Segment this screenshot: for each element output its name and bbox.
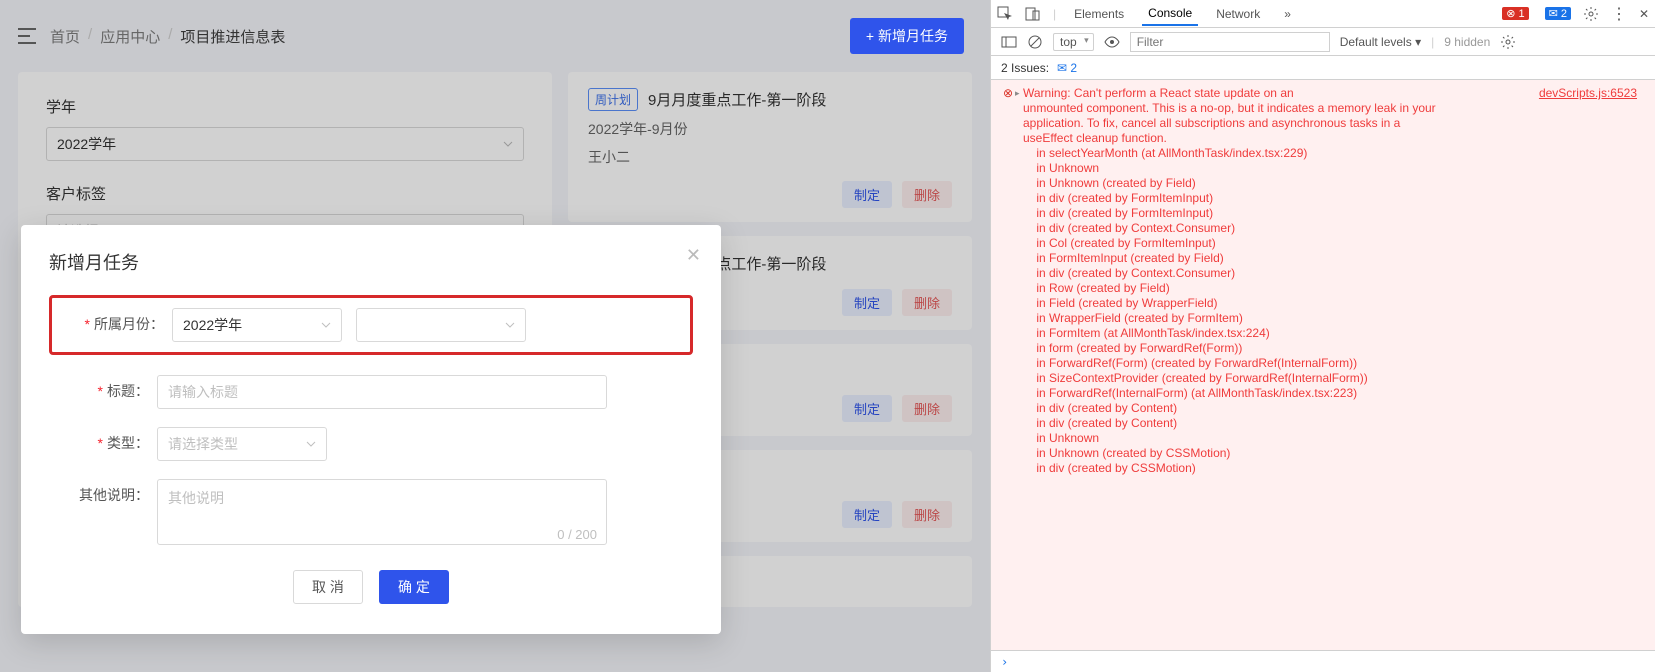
console-log-line: in div (created by Context.Consumer) [995, 221, 1655, 236]
console-log-line: in ForwardRef(Form) (created by ForwardR… [995, 356, 1655, 371]
topbar: 首页 / 应用中心 / 项目推进信息表 + 新增月任务 [0, 0, 990, 62]
console-log-line: in div (created by Content) [995, 416, 1655, 431]
console-log-line: in div (created by CSSMotion) [995, 461, 1655, 476]
type-select[interactable]: 请选择类型 [157, 427, 327, 461]
gear-icon[interactable] [1583, 6, 1599, 22]
console-log-line: in Unknown [995, 161, 1655, 176]
console-log-line: useEffect cleanup function. [995, 131, 1655, 146]
devtools-tabs: | Elements Console Network » ⊗1 ✉2 ⋮ ✕ [991, 0, 1655, 28]
console-log-line: application. To fix, cancel all subscrip… [995, 116, 1655, 131]
console-log-line: in div (created by FormItemInput) [995, 191, 1655, 206]
error-count-pill[interactable]: ⊗1 [1502, 7, 1528, 20]
console-log-line: in Unknown [995, 431, 1655, 446]
chevron-down-icon [306, 441, 316, 447]
clear-console-icon[interactable] [1027, 34, 1043, 50]
gear-icon[interactable] [1500, 34, 1516, 50]
breadcrumb-sep: / [168, 26, 172, 47]
app-pane: 首页 / 应用中心 / 项目推进信息表 + 新增月任务 学年 2022学年 客户… [0, 0, 990, 672]
char-counter: 0 / 200 [557, 527, 597, 542]
console-log-line: in form (created by ForwardRef(Form)) [995, 341, 1655, 356]
console-log-line: unmounted component. This is a no-op, bu… [995, 101, 1655, 116]
issues-link[interactable]: ✉ 2 [1057, 61, 1077, 75]
ok-button[interactable]: 确 定 [379, 570, 449, 604]
console-prompt[interactable]: › [991, 650, 1655, 672]
console-log-line: in div (created by Content) [995, 401, 1655, 416]
console-log-line: in Col (created by FormItemInput) [995, 236, 1655, 251]
console-log-line: in FormItem (at AllMonthTask/index.tsx:2… [995, 326, 1655, 341]
console-log-line: in SizeContextProvider (created by Forwa… [995, 371, 1655, 386]
breadcrumb-current: 项目推进信息表 [180, 26, 285, 47]
desc-label: 其他说明： [49, 479, 149, 505]
chevron-down-icon [505, 322, 515, 328]
title-label: 标题： [49, 375, 149, 401]
type-label: 类型： [49, 427, 149, 453]
menu-fold-icon[interactable] [18, 28, 36, 44]
console-log-line: Warning: Can't perform a React state upd… [995, 86, 1655, 101]
new-task-modal: 新增月任务 ✕ 所属月份： 2022学年 标题： [21, 225, 721, 634]
levels-select[interactable]: Default levels ▾ [1340, 35, 1421, 49]
sidebar-toggle-icon[interactable] [1001, 34, 1017, 50]
devtools-pane: | Elements Console Network » ⊗1 ✉2 ⋮ ✕ t… [990, 0, 1655, 672]
console-log-line: in Row (created by Field) [995, 281, 1655, 296]
breadcrumb: 首页 / 应用中心 / 项目推进信息表 [50, 26, 285, 47]
highlight-box: 所属月份： 2022学年 [49, 295, 693, 355]
hidden-count: 9 hidden [1444, 35, 1490, 49]
info-count-pill[interactable]: ✉2 [1545, 7, 1571, 20]
tab-network[interactable]: Network [1210, 3, 1266, 25]
topbar-left: 首页 / 应用中心 / 项目推进信息表 [18, 26, 285, 47]
console-log-line: in Unknown (created by Field) [995, 176, 1655, 191]
modal-title: 新增月任务 [49, 249, 693, 275]
issues-label: 2 Issues: [1001, 61, 1049, 75]
breadcrumb-home[interactable]: 首页 [50, 26, 80, 47]
console-log: devScripts.js:6523 Warning: Can't perfor… [991, 80, 1655, 650]
inspect-icon[interactable] [997, 6, 1013, 22]
cancel-button[interactable]: 取 消 [293, 570, 363, 604]
close-devtools-icon[interactable]: ✕ [1639, 7, 1649, 21]
console-log-line: in selectYearMonth (at AllMonthTask/inde… [995, 146, 1655, 161]
tab-elements[interactable]: Elements [1068, 3, 1130, 25]
console-log-line: in WrapperField (created by FormItem) [995, 311, 1655, 326]
console-log-line: in div (created by Context.Consumer) [995, 266, 1655, 281]
issues-bar[interactable]: 2 Issues: ✉ 2 [991, 56, 1655, 80]
tab-console[interactable]: Console [1142, 2, 1198, 26]
title-input[interactable] [157, 375, 607, 409]
chevron-down-icon [321, 322, 331, 328]
kebab-icon[interactable]: ⋮ [1611, 4, 1627, 24]
device-icon[interactable] [1025, 6, 1041, 22]
month-select[interactable] [356, 308, 526, 342]
desc-textarea[interactable] [157, 479, 607, 545]
type-placeholder: 请选择类型 [168, 434, 238, 454]
year-select[interactable]: 2022学年 [172, 308, 342, 342]
add-task-button[interactable]: + 新增月任务 [850, 18, 964, 54]
close-icon[interactable]: ✕ [686, 245, 701, 266]
console-log-line: in Unknown (created by CSSMotion) [995, 446, 1655, 461]
filter-input[interactable] [1130, 32, 1330, 52]
tab-more[interactable]: » [1278, 3, 1297, 25]
context-select[interactable]: top [1053, 33, 1094, 51]
console-log-line: in div (created by FormItemInput) [995, 206, 1655, 221]
year-select-value: 2022学年 [183, 315, 242, 335]
modal-actions: 取 消 确 定 [49, 570, 693, 604]
console-toolbar: top Default levels ▾ | 9 hidden [991, 28, 1655, 56]
console-log-line: in FormItemInput (created by Field) [995, 251, 1655, 266]
month-label: 所属月份： [64, 308, 164, 334]
console-log-line: in Field (created by WrapperField) [995, 296, 1655, 311]
console-log-line: in ForwardRef(InternalForm) (at AllMonth… [995, 386, 1655, 401]
breadcrumb-center[interactable]: 应用中心 [100, 26, 160, 47]
eye-icon[interactable] [1104, 34, 1120, 50]
breadcrumb-sep: / [88, 26, 92, 47]
